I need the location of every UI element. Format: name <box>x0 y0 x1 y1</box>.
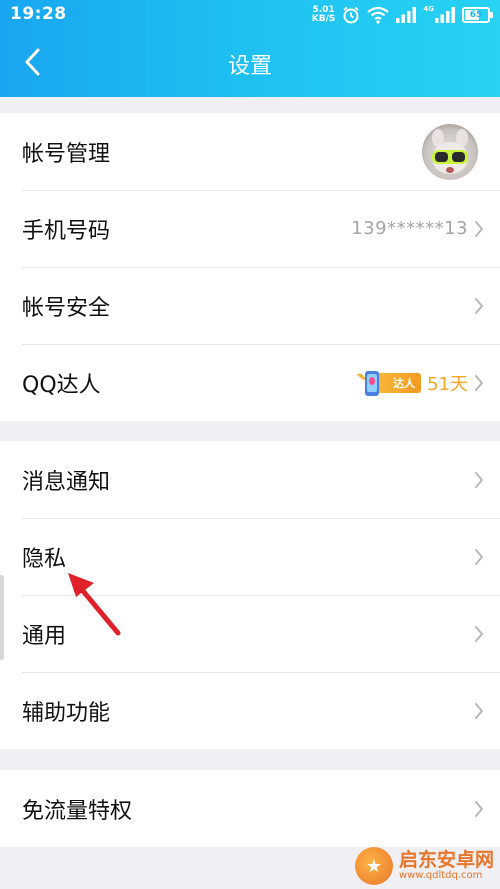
page-title: 设置 <box>227 54 272 79</box>
row-right <box>474 800 484 818</box>
settings-group-data: 免流量特权 <box>0 770 500 847</box>
watermark-title: 启东安卓网 <box>398 848 494 871</box>
daren-wing-icon <box>357 370 388 396</box>
alarm-icon <box>342 6 360 24</box>
battery-level: 65 <box>469 10 483 20</box>
chevron-right-icon <box>474 800 484 818</box>
status-bar: 19:28 5.01 KB/S 4G 65 <box>0 0 500 30</box>
chevron-right-icon <box>474 702 484 720</box>
settings-item-notifications[interactable]: 消息通知 <box>0 441 500 518</box>
row-right <box>474 471 484 489</box>
chevron-right-icon <box>474 471 484 489</box>
header: 19:28 5.01 KB/S 4G 65 设置 <box>0 0 500 97</box>
watermark-text: 启东安卓网 www.qdltdq.com <box>398 848 494 881</box>
avatar[interactable] <box>422 123 478 180</box>
chevron-right-icon <box>474 548 484 566</box>
chevron-right-icon <box>474 220 484 238</box>
edge-handle[interactable] <box>0 575 4 660</box>
watermark-logo-icon: ★ <box>354 847 393 885</box>
settings-item-free-data-privilege[interactable]: 免流量特权 <box>0 770 500 847</box>
row-right: 139******13 <box>351 218 484 239</box>
settings-item-label: QQ达人 <box>22 372 101 398</box>
phone-number-value: 139******13 <box>351 218 468 239</box>
row-right <box>474 625 484 643</box>
row-right <box>474 702 484 720</box>
daren-badge: 达人 <box>355 368 422 398</box>
daren-days: 51天 <box>427 373 468 395</box>
settings-item-account-security[interactable]: 帐号安全 <box>0 267 500 344</box>
row-right <box>474 297 484 315</box>
chevron-right-icon <box>474 625 484 643</box>
chevron-right-icon <box>474 297 484 315</box>
signal-icon <box>396 7 417 23</box>
network-speed-unit: KB/S <box>311 14 336 24</box>
watermark: ★ 启东安卓网 www.qdltdq.com <box>354 847 494 885</box>
settings-item-label: 帐号安全 <box>22 295 111 321</box>
signal-icon-2 <box>435 7 455 23</box>
chevron-right-icon <box>474 374 484 392</box>
settings-item-account-management[interactable]: 帐号管理 <box>0 113 500 190</box>
settings-item-label: 辅助功能 <box>22 700 111 726</box>
row-right <box>474 548 484 566</box>
network-type: 4G <box>423 5 434 13</box>
settings-item-accessibility[interactable]: 辅助功能 <box>0 672 500 749</box>
network-speed: 5.01 KB/S <box>312 6 336 24</box>
settings-item-label: 免流量特权 <box>22 798 133 824</box>
settings-item-label: 手机号码 <box>22 218 111 244</box>
watermark-url: www.qdltdq.com <box>398 869 483 881</box>
settings-item-phone-number[interactable]: 手机号码 139******13 <box>0 190 500 267</box>
annotation-arrow-icon <box>68 573 121 636</box>
status-icons: 5.01 KB/S 4G 65 <box>312 4 493 26</box>
settings-item-label: 帐号管理 <box>22 141 111 167</box>
status-time: 19:28 <box>10 4 67 24</box>
battery-icon: 65 <box>462 7 493 23</box>
row-right: 达人 51天 <box>355 368 484 398</box>
settings-item-label: 消息通知 <box>22 469 111 495</box>
settings-item-qq-daren[interactable]: QQ达人 达人 51天 <box>0 344 500 421</box>
wifi-icon <box>367 6 390 24</box>
settings-group-account: 帐号管理 手机号码 139******13 帐号安全 QQ达人 达人 51天 <box>0 113 500 421</box>
